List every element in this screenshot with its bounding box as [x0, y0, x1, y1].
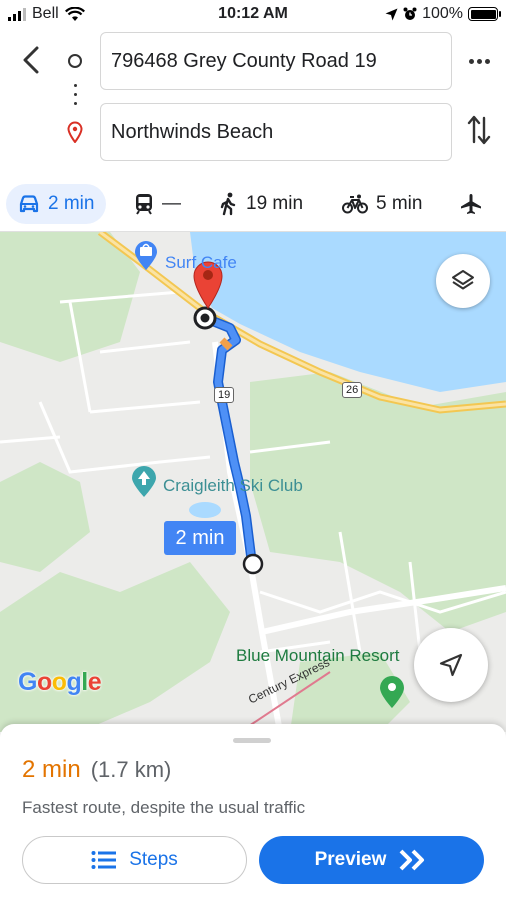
car-icon [19, 195, 39, 213]
bike-icon [342, 194, 368, 214]
status-right: 100% [385, 5, 501, 23]
status-bar: Bell 10:12 AM 100% [0, 0, 506, 28]
route-shield-19: 19 [214, 387, 235, 403]
alarm-icon [403, 7, 417, 20]
walk-icon [220, 192, 236, 216]
route-note: Fastest route, despite the usual traffic [22, 798, 306, 817]
mode-bike-label: 5 min [376, 193, 423, 214]
preview-button[interactable]: Preview [259, 836, 484, 884]
route-duration: 2 min [22, 756, 81, 783]
origin-circle-icon [68, 54, 82, 68]
origin-field[interactable]: 796468 Grey County Road 19 [100, 32, 452, 90]
map-label-surf[interactable]: Surf Cafe [165, 253, 237, 273]
route-dots-icon [74, 84, 77, 105]
route-shield-26: 26 [342, 382, 363, 398]
route-summary-sheet: 2 min (1.7 km) Fastest route, despite th… [0, 724, 506, 900]
destination-pin-icon [67, 121, 83, 143]
google-logo: Google [18, 668, 102, 696]
mode-drive-tab[interactable]: 2 min [6, 184, 107, 224]
back-button[interactable] [16, 42, 46, 78]
layers-icon [452, 270, 474, 290]
destination-field[interactable]: Northwinds Beach [100, 103, 452, 161]
mode-walk-label: 19 min [246, 193, 304, 214]
double-chevron-right-icon [399, 849, 425, 871]
mode-drive-label: 2 min [48, 193, 95, 214]
route-summary: 2 min (1.7 km) [22, 756, 171, 784]
location-arrow-icon [385, 8, 398, 20]
mode-transit-label: — [162, 193, 181, 214]
layers-button[interactable] [436, 254, 490, 308]
mode-transit-tab[interactable]: — [134, 184, 181, 224]
route-time-chip[interactable]: 2 min [164, 521, 236, 555]
route-distance: (1.7 km) [90, 757, 172, 782]
more-options-button[interactable] [466, 50, 492, 72]
mode-walk-tab[interactable]: 19 min [220, 184, 303, 224]
navigation-arrow-icon [439, 653, 463, 677]
steps-button[interactable]: Steps [22, 836, 247, 884]
chevron-left-icon [23, 46, 39, 74]
battery-icon [468, 7, 501, 21]
transit-icon [136, 194, 152, 215]
plane-icon [461, 194, 481, 214]
mode-bike-tab[interactable]: 5 min [342, 184, 422, 224]
my-location-button[interactable] [414, 628, 488, 702]
mode-flight-tab[interactable] [460, 184, 482, 224]
steps-label: Steps [129, 849, 178, 870]
route-map[interactable]: Surf Cafe Craigleith Ski Club Blue Mount… [0, 232, 506, 732]
map-label-craigleith[interactable]: Craigleith Ski Club [163, 476, 303, 496]
preview-label: Preview [314, 849, 387, 870]
swap-directions-button[interactable] [466, 114, 492, 146]
sheet-drag-handle[interactable] [233, 738, 271, 743]
list-icon [91, 851, 117, 869]
battery-label: 100% [422, 5, 463, 22]
travel-mode-bar: 2 min — 19 min 5 min [0, 176, 506, 232]
